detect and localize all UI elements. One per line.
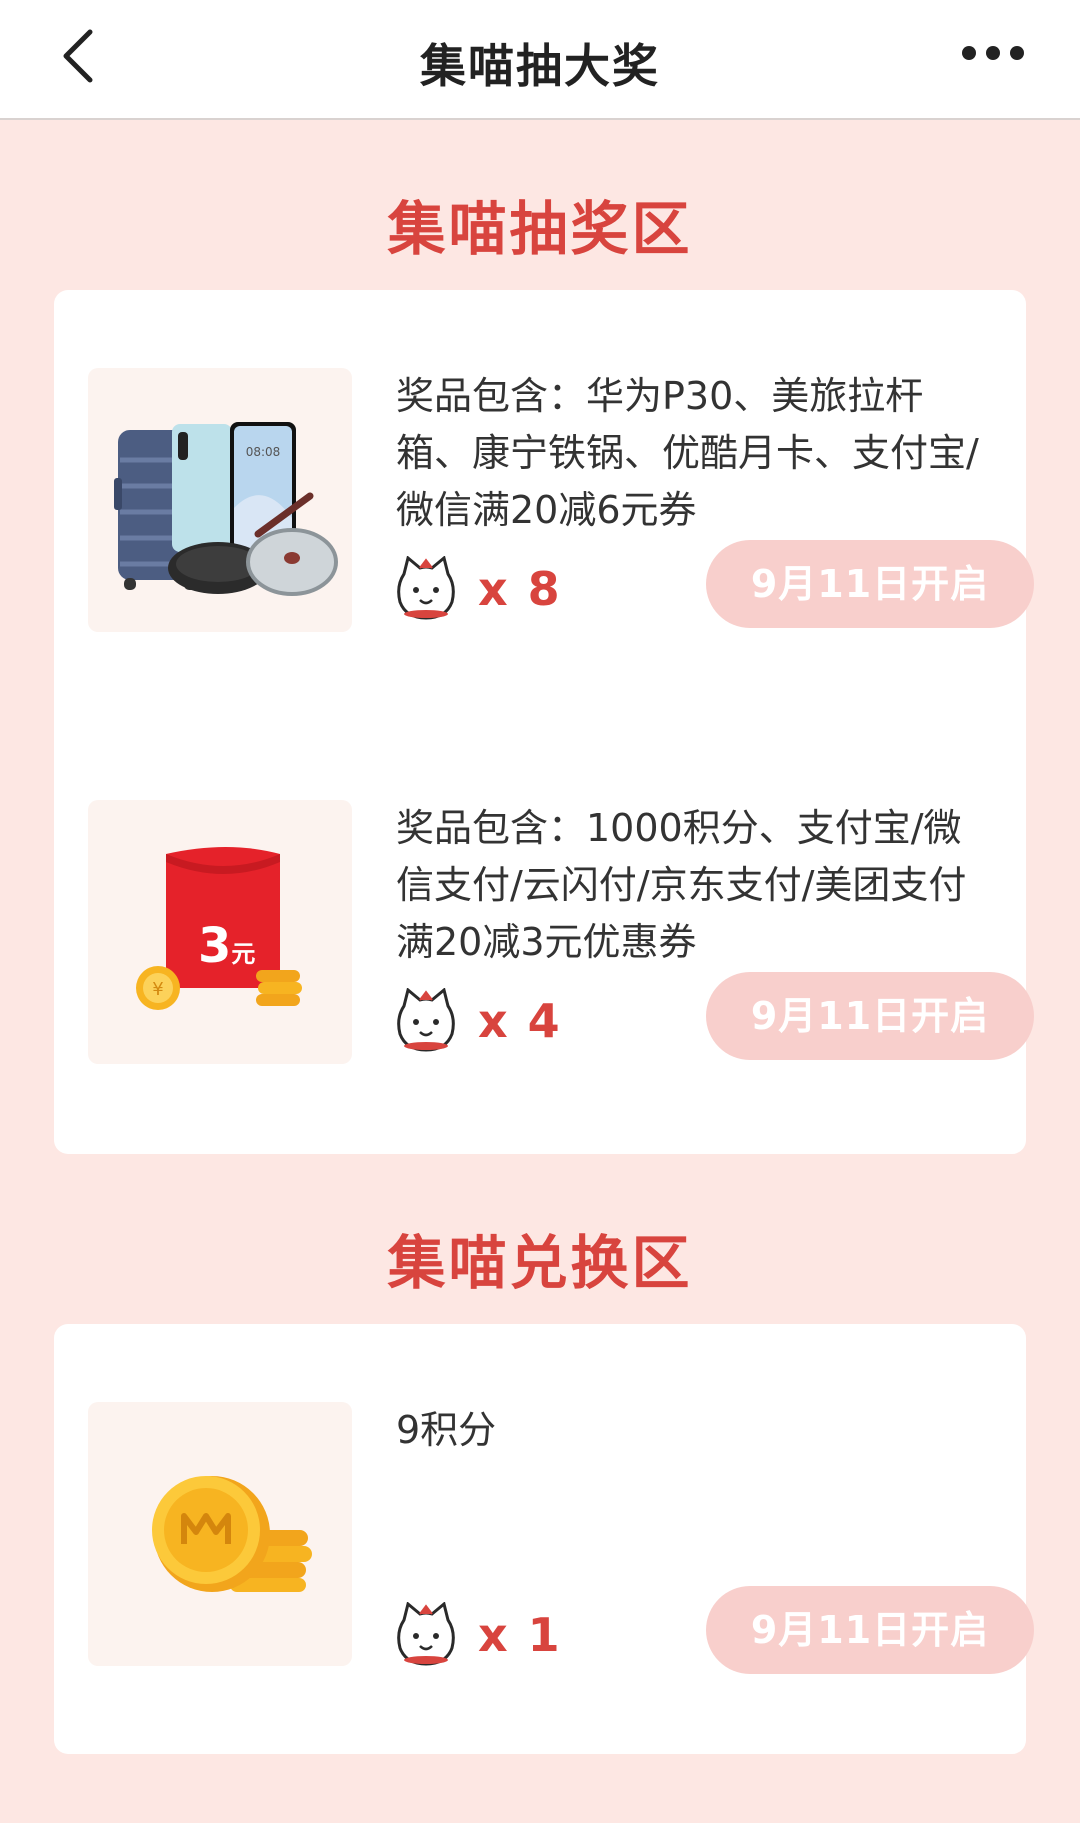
envelope-amount: 3元: [198, 918, 255, 974]
svg-text:¥: ¥: [152, 979, 163, 1000]
red-envelope-3-yuan-image: ¥ 3元: [88, 800, 352, 1064]
lottery-card: 08:08 奖品包含：华为P30、美旅拉杆箱、康宁铁锅、优酷月卡、支付宝/微信满…: [54, 290, 1034, 1154]
exchange-card: 9积分 x 1 9月11日开启: [54, 1324, 1034, 1754]
prize-item-2[interactable]: ¥ 3元 奖品包含：1000积分、支付宝/微信支付/云闪付/京东支付/美团支付满…: [88, 800, 1034, 1070]
page-title: 集喵抽大奖: [420, 39, 660, 93]
more-options-icon[interactable]: [962, 46, 1062, 66]
lottery-section-title: 集喵抽奖区: [387, 195, 693, 263]
exchange-item-1[interactable]: 9积分 x 1 9月11日开启: [88, 1402, 1034, 1674]
prize-description: 9积分: [396, 1408, 497, 1452]
gold-coin-image: [88, 1402, 352, 1666]
cat-count: x 4: [478, 994, 562, 1048]
prize-item-1[interactable]: 08:08 奖品包含：华为P30、美旅拉杆箱、康宁铁锅、优酷月卡、支付宝/微信满…: [88, 368, 1034, 638]
cat-coin-icon: [394, 555, 458, 620]
prize-description: 奖品包含：1000积分、支付宝/微信支付/云闪付/京东支付/美团支付满20减3元…: [396, 806, 967, 964]
open-date-button[interactable]: 9月11日开启: [706, 972, 1034, 1060]
cat-coin-icon: [394, 987, 458, 1052]
nav-bar: 集喵抽大奖: [0, 0, 1080, 120]
exchange-section-title: 集喵兑换区: [387, 1229, 693, 1297]
luggage-phone-pan-image: 08:08: [88, 368, 352, 632]
svg-text:08:08: 08:08: [246, 445, 281, 459]
open-date-button[interactable]: 9月11日开启: [706, 1586, 1034, 1674]
cat-coin-icon: [394, 1601, 458, 1666]
envelope-amount-number: 3: [198, 918, 232, 974]
cat-count: x 1: [478, 1608, 562, 1662]
open-date-button[interactable]: 9月11日开启: [706, 540, 1034, 628]
cat-count: x 8: [478, 562, 562, 616]
prize-description: 奖品包含：华为P30、美旅拉杆箱、康宁铁锅、优酷月卡、支付宝/微信满20减6元券: [396, 374, 979, 532]
envelope-amount-unit: 元: [231, 940, 256, 968]
